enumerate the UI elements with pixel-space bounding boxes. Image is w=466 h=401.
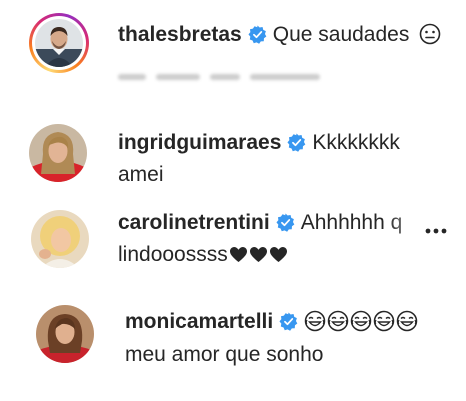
avatar-ingridguimaraes[interactable] (29, 124, 87, 182)
black-heart-emoji (269, 246, 288, 263)
comment-thalesbretas: thalesbretas Que saudades (0, 0, 466, 100)
comment-carolinetrentini: carolinetrentini Ahhhhhh q lindooossss (0, 200, 466, 290)
comment-line: thalesbretas Que saudades (118, 22, 442, 48)
avatar-monicamartelli[interactable] (36, 305, 94, 363)
avatar-carolinetrentini[interactable] (31, 210, 89, 268)
comment-text-continued: lindooossss (118, 242, 288, 268)
verified-badge-icon (248, 25, 267, 44)
neutral-face-emoji (419, 23, 441, 45)
laughing-emojis (304, 310, 419, 333)
verified-badge-icon (276, 213, 295, 232)
comment-text: Que saudades (272, 23, 410, 46)
comment-line: monicamartelli (125, 309, 419, 335)
comment-text-continued: meu amor que sonho (125, 343, 324, 366)
username[interactable]: ingridguimaraes (118, 131, 281, 154)
avatar-thalesbretas[interactable] (35, 19, 83, 67)
comment-text-continued: amei (118, 163, 164, 186)
comment-meta-obscured (118, 68, 374, 82)
comment-line: carolinetrentini Ahhhhhh q (118, 210, 402, 236)
username[interactable]: thalesbretas (118, 23, 242, 46)
more-options-icon[interactable] (424, 227, 448, 235)
laughing-tears-emoji (327, 310, 349, 332)
verified-badge-icon (287, 133, 306, 152)
laughing-tears-emoji (396, 310, 418, 332)
laughing-tears-emoji (373, 310, 395, 332)
comment-line: ingridguimaraes Kkkkkkkk (118, 130, 400, 156)
black-heart-emoji (229, 246, 248, 263)
comment-ingridguimaraes: ingridguimaraes Kkkkkkkk amei (0, 110, 466, 200)
laughing-tears-emoji (350, 310, 372, 332)
black-heart-emoji (249, 246, 268, 263)
username[interactable]: carolinetrentini (118, 211, 270, 234)
comment-text: Kkkkkkkk (312, 131, 400, 154)
comment-monicamartelli: monicamartelli meu amor que sonho (0, 295, 466, 401)
username[interactable]: monicamartelli (125, 310, 273, 333)
verified-badge-icon (279, 312, 298, 331)
comment-text-line2: lindooossss (118, 243, 228, 266)
laughing-tears-emoji (304, 310, 326, 332)
